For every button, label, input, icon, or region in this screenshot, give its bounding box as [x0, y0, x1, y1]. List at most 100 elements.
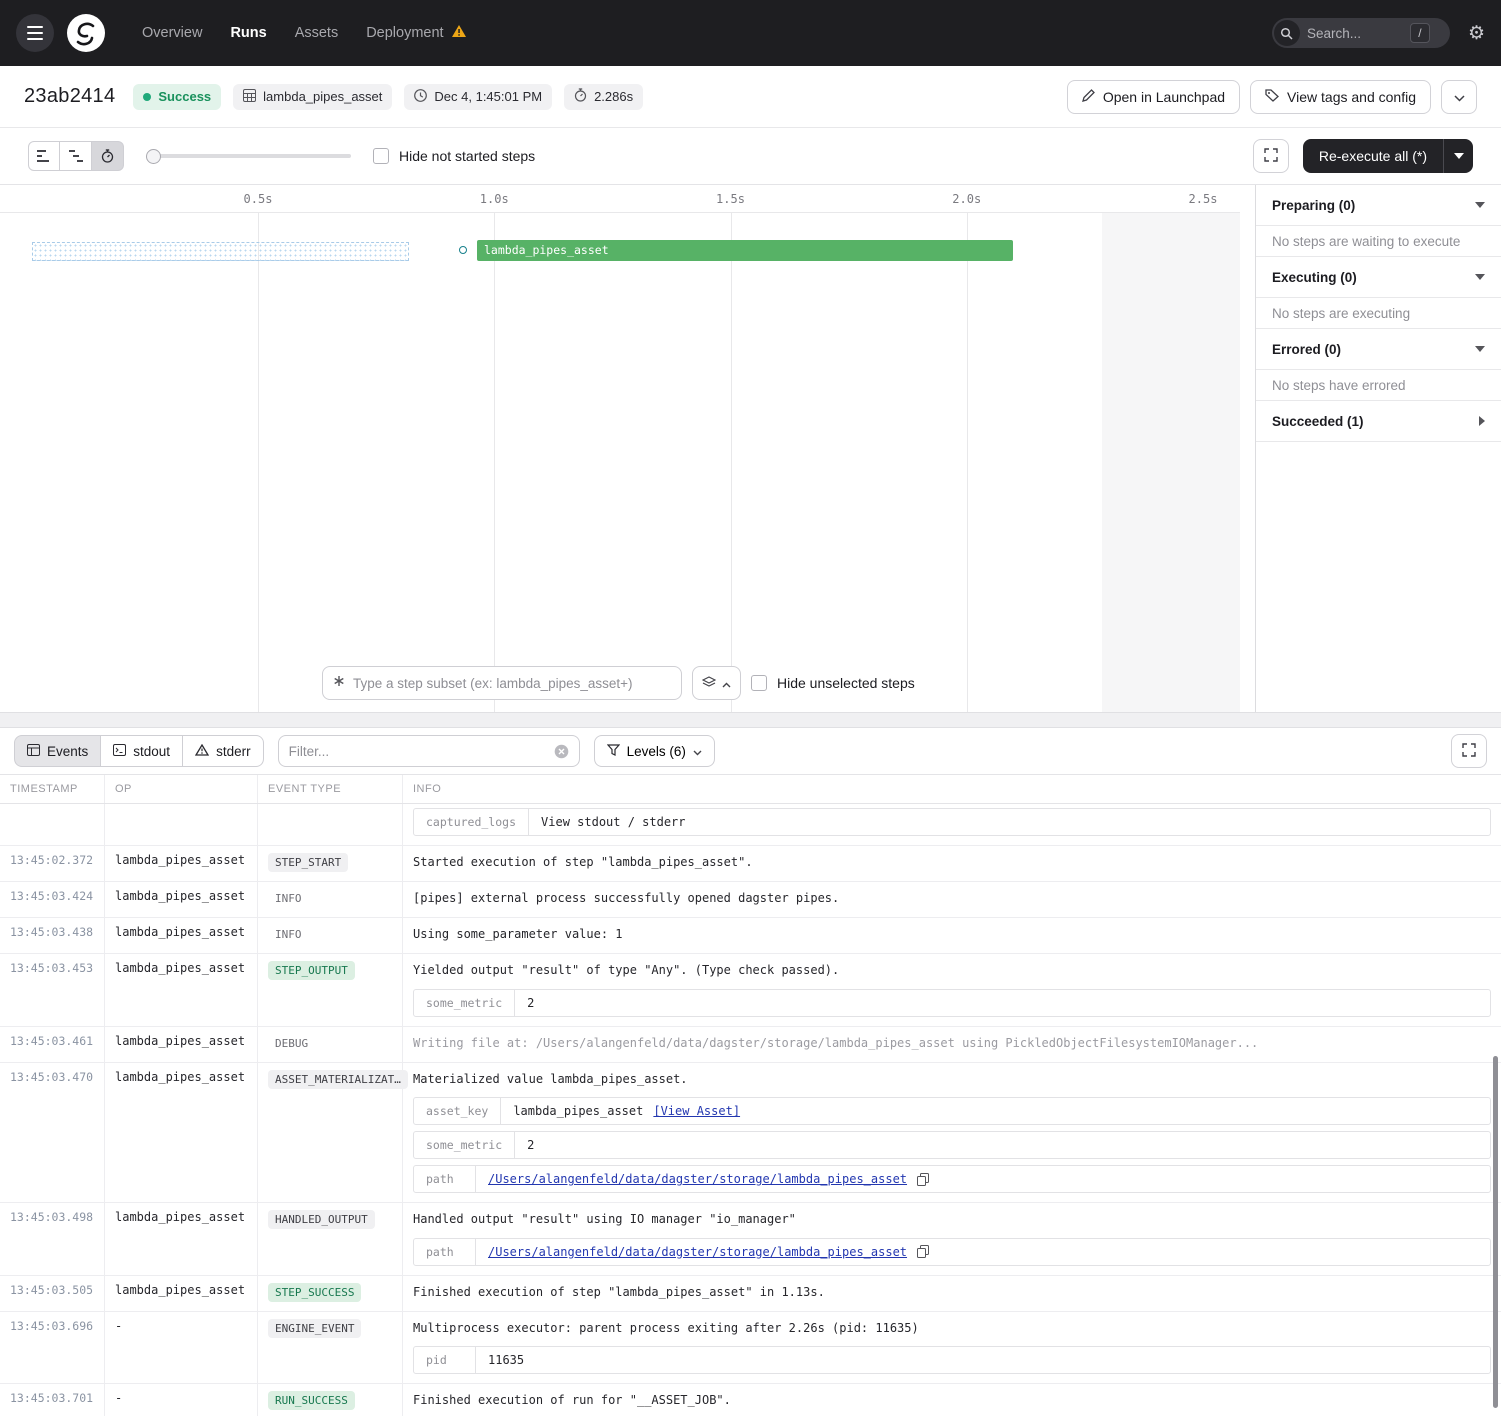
job-name-tag[interactable]: lambda_pipes_asset: [233, 84, 392, 110]
clear-filter-icon[interactable]: [554, 744, 569, 759]
step-selector-icon: [333, 674, 345, 692]
chevron-down-icon: [693, 744, 702, 759]
filter-input[interactable]: [289, 744, 546, 759]
flat-view-button[interactable]: [28, 141, 60, 171]
step-subset-input[interactable]: [353, 676, 671, 691]
table-row[interactable]: 13:45:03.696 - ENGINE_EVENT Multiprocess…: [0, 1312, 1501, 1385]
tab-events[interactable]: Events: [14, 735, 101, 767]
table-row[interactable]: 13:45:03.470 lambda_pipes_asset ASSET_MA…: [0, 1063, 1501, 1204]
log-info: Finished execution of run for "__ASSET_J…: [403, 1384, 1501, 1416]
view-tags-config-button[interactable]: View tags and config: [1250, 80, 1431, 114]
dagster-logo: [66, 13, 106, 53]
nav-item-assets[interactable]: Assets: [295, 25, 339, 41]
status-section-errored[interactable]: Errored (0): [1256, 329, 1501, 370]
table-row[interactable]: 13:45:03.461 lambda_pipes_asset DEBUG Wr…: [0, 1027, 1501, 1063]
status-section-executing[interactable]: Executing (0): [1256, 257, 1501, 298]
reexecute-caret-button[interactable]: [1443, 139, 1473, 173]
metadata-label: asset_key: [414, 1098, 501, 1124]
tag-icon: [1265, 89, 1279, 105]
terminal-icon: [113, 744, 126, 759]
table-row[interactable]: 13:45:03.438 lambda_pipes_asset INFO Usi…: [0, 918, 1501, 954]
status-dot-icon: [143, 93, 151, 101]
gridline: [258, 212, 259, 712]
view-tags-config-label: View tags and config: [1287, 89, 1416, 105]
hide-not-started-checkbox[interactable]: [373, 148, 389, 164]
table-row[interactable]: 13:45:03.424 lambda_pipes_asset INFO [pi…: [0, 882, 1501, 918]
table-row[interactable]: 13:45:03.701 - RUN_SUCCESS Finished exec…: [0, 1384, 1501, 1416]
levels-dropdown[interactable]: Levels (6): [594, 735, 715, 767]
path-link[interactable]: /Users/alangenfeld/data/dagster/storage/…: [488, 1245, 907, 1259]
copy-icon[interactable]: [917, 1245, 929, 1258]
log-op: lambda_pipes_asset: [105, 918, 258, 953]
log-event-type: RUN_SUCCESS: [258, 1384, 403, 1416]
waterfall-view-button[interactable]: [60, 141, 92, 171]
search-input[interactable]: [1307, 26, 1403, 41]
log-scrollbar-thumb[interactable]: [1493, 1056, 1498, 1408]
tab-stdout-label: stdout: [133, 744, 170, 759]
grid-icon: [243, 89, 256, 105]
zoom-slider-track: [159, 154, 351, 158]
reexecute-split-button: Re-execute all (*): [1303, 139, 1473, 173]
metadata-list: pid 11635: [413, 1346, 1491, 1374]
gantt-fullscreen-button[interactable]: [1253, 139, 1289, 173]
step-subset-box[interactable]: [322, 666, 682, 700]
nav-item-runs[interactable]: Runs: [230, 25, 266, 41]
reexecute-all-button[interactable]: Re-execute all (*): [1303, 139, 1443, 173]
gantt-step-bar[interactable]: lambda_pipes_asset: [477, 240, 1013, 261]
pane-splitter[interactable]: [0, 712, 1501, 728]
status-section-preparing[interactable]: Preparing (0): [1256, 185, 1501, 226]
log-timestamp: 13:45:03.424: [0, 882, 105, 917]
log-toolbar: Events stdout stderr: [0, 728, 1501, 774]
log-fullscreen-button[interactable]: [1451, 734, 1487, 768]
open-in-launchpad-button[interactable]: Open in Launchpad: [1067, 80, 1240, 114]
nav-items: Overview Runs Assets Deployment: [142, 24, 467, 42]
hide-unselected-checkbox[interactable]: [751, 675, 767, 691]
hamburger-menu-button[interactable]: [16, 14, 54, 52]
log-message: Finished execution of run for "__ASSET_J…: [413, 1391, 1491, 1410]
gantt-axis-line: [0, 212, 1240, 213]
table-row[interactable]: 13:45:03.505 lambda_pipes_asset STEP_SUC…: [0, 1276, 1501, 1312]
table-row[interactable]: 13:45:02.372 lambda_pipes_asset STEP_STA…: [0, 846, 1501, 882]
settings-gear-icon[interactable]: ⚙: [1468, 24, 1485, 43]
search-box[interactable]: /: [1272, 18, 1450, 48]
search-icon: [1274, 20, 1300, 46]
gantt-toolbar-right: Re-execute all (*): [1253, 139, 1473, 173]
table-row[interactable]: 13:45:03.453 lambda_pipes_asset STEP_OUT…: [0, 954, 1501, 1027]
captured-logs-link[interactable]: View stdout / stderr: [541, 815, 686, 829]
zoom-slider-knob[interactable]: [146, 149, 161, 164]
path-link[interactable]: /Users/alangenfeld/data/dagster/storage/…: [488, 1172, 907, 1186]
topnav-right: / ⚙: [1272, 18, 1485, 48]
log-message: Finished execution of step "lambda_pipes…: [413, 1283, 1491, 1302]
view-asset-link[interactable]: [View Asset]: [653, 1104, 740, 1118]
hide-unselected-row[interactable]: Hide unselected steps: [751, 675, 915, 691]
log-timestamp: 13:45:03.505: [0, 1276, 105, 1311]
nav-item-deployment[interactable]: Deployment: [366, 24, 466, 42]
log-op: lambda_pipes_asset: [105, 954, 258, 1026]
log-event-type: ASSET_MATERIALIZAT…: [258, 1063, 403, 1203]
gridline: [731, 212, 732, 712]
column-timestamp: TIMESTAMP: [0, 775, 105, 803]
log-op: lambda_pipes_asset: [105, 846, 258, 881]
timed-view-button[interactable]: [92, 141, 124, 171]
run-header-more-button[interactable]: [1441, 80, 1477, 114]
status-section-succeeded[interactable]: Succeeded (1): [1256, 401, 1501, 442]
tab-stdout[interactable]: stdout: [101, 735, 183, 767]
graph-query-toggle-button[interactable]: [692, 666, 741, 700]
pencil-icon: [1082, 89, 1095, 105]
tab-stderr[interactable]: stderr: [183, 735, 264, 767]
copy-icon[interactable]: [917, 1173, 929, 1186]
log-timestamp: 13:45:02.372: [0, 846, 105, 881]
chevron-down-icon: [1454, 89, 1465, 105]
table-row[interactable]: 13:45:03.498 lambda_pipes_asset HANDLED_…: [0, 1203, 1501, 1276]
log-op: lambda_pipes_asset: [105, 1063, 258, 1203]
log-op: [105, 804, 258, 845]
log-info: Multiprocess executor: parent process ex…: [403, 1312, 1501, 1384]
chevron-up-icon: [722, 676, 731, 691]
hide-not-started-row[interactable]: Hide not started steps: [373, 148, 535, 164]
table-row-partial[interactable]: captured_logs View stdout / stderr: [0, 804, 1501, 846]
zoom-slider[interactable]: [146, 149, 351, 164]
nav-item-overview[interactable]: Overview: [142, 25, 202, 41]
log-op: lambda_pipes_asset: [105, 882, 258, 917]
stopwatch-icon: [574, 88, 587, 105]
log-filter-box[interactable]: [278, 735, 580, 767]
